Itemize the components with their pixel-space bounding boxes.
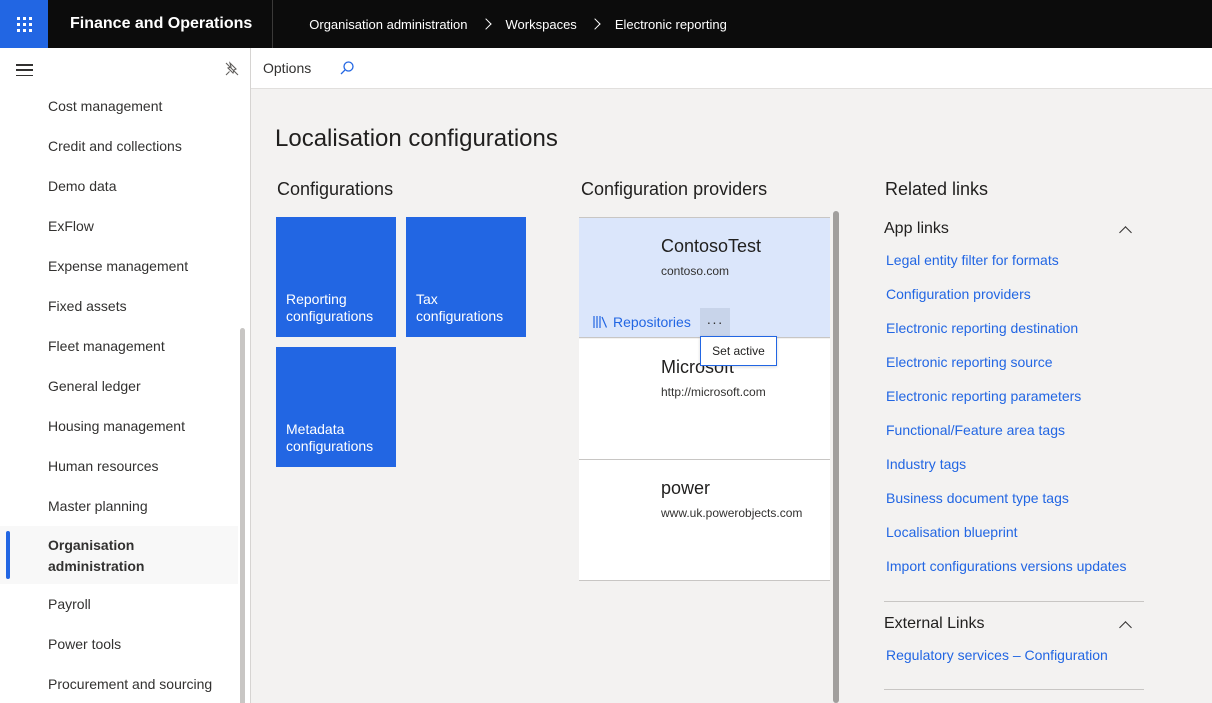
link-er-parameters[interactable]: Electronic reporting parameters xyxy=(886,388,1081,404)
sidebar-item-label: Procurement and sourcing xyxy=(48,676,213,692)
breadcrumb-item-organisation-administration[interactable]: Organisation administration xyxy=(309,17,467,32)
sidebar-item-organisation-administration[interactable]: Organisation administration xyxy=(0,526,238,584)
options-button[interactable]: Options xyxy=(263,60,311,76)
sidebar-item-label: Credit and collections xyxy=(48,138,182,154)
configuration-providers-heading: Configuration providers xyxy=(581,179,768,199)
provider-url: www.uk.powerobjects.com xyxy=(661,506,803,520)
external-links-heading: External Links xyxy=(884,615,985,632)
link-import-configurations-updates[interactable]: Import configurations versions updates xyxy=(886,558,1126,574)
waffle-icon xyxy=(16,16,32,32)
hamburger-menu-icon[interactable] xyxy=(16,64,33,76)
sidebar-item-general-ledger[interactable]: General ledger xyxy=(0,366,238,406)
set-active-menu-item[interactable]: Set active xyxy=(700,336,777,366)
provider-card-power[interactable]: power www.uk.powerobjects.com xyxy=(579,460,830,581)
page-title: Localisation configurations xyxy=(275,125,558,152)
sidebar-item-label: Power tools xyxy=(48,636,122,652)
link-localisation-blueprint[interactable]: Localisation blueprint xyxy=(886,524,1018,540)
providers-scrollbar[interactable] xyxy=(833,211,839,703)
link-business-document-type-tags[interactable]: Business document type tags xyxy=(886,490,1069,506)
sidebar-item-fleet-management[interactable]: Fleet management xyxy=(0,326,238,366)
link-er-source[interactable]: Electronic reporting source xyxy=(886,354,1053,370)
sidebar-item-label: Human resources xyxy=(48,458,159,474)
app-launcher-button[interactable] xyxy=(0,0,48,48)
sidebar-item-exflow[interactable]: ExFlow xyxy=(0,206,238,246)
sidebar-scrollbar[interactable] xyxy=(240,328,245,703)
sidebar-item-demo-data[interactable]: Demo data xyxy=(0,166,238,206)
provider-url: contoso.com xyxy=(661,264,730,278)
chevron-right-icon xyxy=(479,18,492,30)
sidebar-item-housing-management[interactable]: Housing management xyxy=(0,406,238,446)
sidebar-item-label: Cost management xyxy=(48,98,163,114)
sidebar-item-label: Fleet management xyxy=(48,338,165,354)
chevron-up-icon[interactable] xyxy=(1119,621,1132,634)
library-icon xyxy=(593,316,608,328)
link-industry-tags[interactable]: Industry tags xyxy=(886,456,966,472)
sidebar-item-label: Demo data xyxy=(48,178,117,194)
navigation-pane: Cost management Credit and collections D… xyxy=(0,48,251,703)
link-legal-entity-filter[interactable]: Legal entity filter for formats xyxy=(886,252,1059,268)
app-title[interactable]: Finance and Operations xyxy=(48,0,274,48)
sidebar-item-procurement-and-sourcing[interactable]: Procurement and sourcing xyxy=(0,664,238,703)
link-er-destination[interactable]: Electronic reporting destination xyxy=(886,320,1078,336)
breadcrumb: Organisation administration Workspaces E… xyxy=(309,17,727,32)
more-options-button[interactable]: ··· xyxy=(700,308,730,336)
provider-card-contosotest[interactable]: ContosoTest contoso.com Repositories ··· xyxy=(579,217,830,338)
sidebar-item-master-planning[interactable]: Master planning xyxy=(0,486,238,526)
sidebar-item-label: Housing management xyxy=(48,418,185,434)
repositories-link[interactable]: Repositories xyxy=(593,314,691,330)
divider xyxy=(884,689,1144,690)
chevron-up-icon[interactable] xyxy=(1119,226,1132,239)
workspace-content: Localisation configurations Configuratio… xyxy=(251,89,1212,703)
sidebar-item-label: Payroll xyxy=(48,596,91,612)
sidebar-item-human-resources[interactable]: Human resources xyxy=(0,446,238,486)
unpin-icon[interactable] xyxy=(224,61,240,77)
sidebar-item-label: Expense management xyxy=(48,258,189,274)
breadcrumb-item-electronic-reporting[interactable]: Electronic reporting xyxy=(615,17,727,32)
module-list: Cost management Credit and collections D… xyxy=(0,86,238,703)
sidebar-item-cost-management[interactable]: Cost management xyxy=(0,86,238,126)
divider xyxy=(884,601,1144,602)
app-links-heading: App links xyxy=(884,220,949,237)
tile-label: Metadata configurations xyxy=(286,421,374,454)
configurations-heading: Configurations xyxy=(277,179,394,199)
sidebar-item-label: Master planning xyxy=(48,498,148,514)
provider-list: ContosoTest contoso.com Repositories ···… xyxy=(579,217,831,703)
tile-label: Tax configurations xyxy=(416,291,504,324)
sidebar-item-label: General ledger xyxy=(48,378,141,394)
link-regulatory-services-configuration[interactable]: Regulatory services – Configuration xyxy=(886,647,1108,663)
sidebar-item-expense-management[interactable]: Expense management xyxy=(0,246,238,286)
tile-reporting-configurations[interactable]: Reporting configurations xyxy=(276,217,396,337)
search-icon[interactable] xyxy=(339,60,355,76)
breadcrumb-item-workspaces[interactable]: Workspaces xyxy=(506,17,577,32)
sidebar-item-credit-and-collections[interactable]: Credit and collections xyxy=(0,126,238,166)
sidebar-item-label: Organisation administration xyxy=(48,537,145,574)
link-functional-feature-tags[interactable]: Functional/Feature area tags xyxy=(886,422,1065,438)
repositories-label: Repositories xyxy=(613,314,691,330)
sidebar-item-fixed-assets[interactable]: Fixed assets xyxy=(0,286,238,326)
provider-url: http://microsoft.com xyxy=(661,385,766,399)
sidebar-item-label: Fixed assets xyxy=(48,298,127,314)
chevron-right-icon xyxy=(589,18,601,30)
tile-label: Reporting configurations xyxy=(286,291,374,324)
provider-name: ContosoTest xyxy=(661,236,762,256)
sidebar-item-label: ExFlow xyxy=(48,218,94,234)
action-pane: Options xyxy=(251,48,1212,89)
top-navigation-bar: Finance and Operations Organisation admi… xyxy=(0,0,1212,48)
tile-tax-configurations[interactable]: Tax configurations xyxy=(406,217,526,337)
sidebar-item-power-tools[interactable]: Power tools xyxy=(0,624,238,664)
provider-name: power xyxy=(661,478,711,498)
related-links-heading: Related links xyxy=(885,179,989,199)
sidebar-item-payroll[interactable]: Payroll xyxy=(0,584,238,624)
link-configuration-providers[interactable]: Configuration providers xyxy=(886,286,1031,302)
tile-metadata-configurations[interactable]: Metadata configurations xyxy=(276,347,396,467)
